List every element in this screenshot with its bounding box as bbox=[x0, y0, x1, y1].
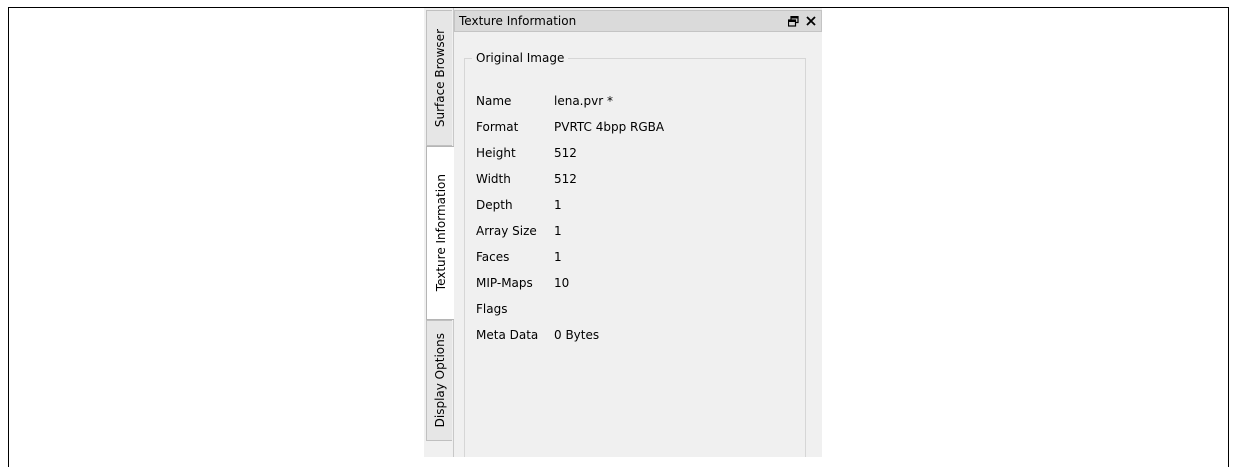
tab-surface-browser-label: Surface Browser bbox=[432, 28, 447, 128]
info-row-faces: Faces 1 bbox=[476, 244, 664, 270]
vertical-tab-bar: Surface Browser Texture Information Disp… bbox=[424, 8, 454, 457]
texture-information-panel: Texture Information Original Image Name … bbox=[454, 8, 822, 457]
row-value: PVRTC 4bpp RGBA bbox=[554, 120, 665, 134]
row-value: 1 bbox=[554, 250, 562, 264]
info-row-flags: Flags bbox=[476, 296, 664, 322]
info-rows: Name lena.pvr * Format PVRTC 4bpp RGBA H… bbox=[476, 88, 664, 348]
tab-display-options[interactable]: Display Options bbox=[426, 320, 452, 441]
info-row-depth: Depth 1 bbox=[476, 192, 664, 218]
row-label: Width bbox=[476, 172, 511, 186]
row-value: 512 bbox=[554, 146, 577, 160]
tab-display-options-label: Display Options bbox=[432, 333, 447, 428]
info-row-meta-data: Meta Data 0 Bytes bbox=[476, 322, 664, 348]
row-label: Depth bbox=[476, 198, 513, 212]
panel-content: Original Image Name lena.pvr * Format PV… bbox=[458, 36, 818, 457]
row-label: Format bbox=[476, 120, 519, 134]
panel-titlebar[interactable]: Texture Information bbox=[454, 10, 822, 32]
dock-panel: Surface Browser Texture Information Disp… bbox=[424, 8, 822, 457]
row-label: Array Size bbox=[476, 224, 537, 238]
panel-title: Texture Information bbox=[459, 14, 577, 28]
row-label: Meta Data bbox=[476, 328, 539, 342]
tab-surface-browser[interactable]: Surface Browser bbox=[426, 10, 452, 146]
row-label: Faces bbox=[476, 250, 510, 264]
restore-window-icon[interactable] bbox=[785, 13, 801, 29]
info-row-width: Width 512 bbox=[476, 166, 664, 192]
row-label: MIP-Maps bbox=[476, 276, 533, 290]
info-row-array-size: Array Size 1 bbox=[476, 218, 664, 244]
row-value: 10 bbox=[554, 276, 570, 290]
row-label: Name bbox=[476, 94, 512, 108]
info-row-height: Height 512 bbox=[476, 140, 664, 166]
tab-texture-information[interactable]: Texture Information bbox=[426, 146, 454, 320]
row-label: Flags bbox=[476, 302, 508, 316]
info-row-mip-maps: MIP-Maps 10 bbox=[476, 270, 664, 296]
close-icon[interactable] bbox=[803, 13, 819, 29]
info-row-name: Name lena.pvr * bbox=[476, 88, 664, 114]
row-value: 1 bbox=[554, 224, 562, 238]
group-title: Original Image bbox=[472, 51, 569, 65]
row-value: 0 Bytes bbox=[554, 328, 600, 342]
row-value: lena.pvr * bbox=[554, 94, 613, 108]
row-value: 1 bbox=[554, 198, 562, 212]
tab-texture-information-label: Texture Information bbox=[433, 174, 448, 292]
row-label: Height bbox=[476, 146, 516, 160]
info-row-format: Format PVRTC 4bpp RGBA bbox=[476, 114, 664, 140]
row-value: 512 bbox=[554, 172, 577, 186]
